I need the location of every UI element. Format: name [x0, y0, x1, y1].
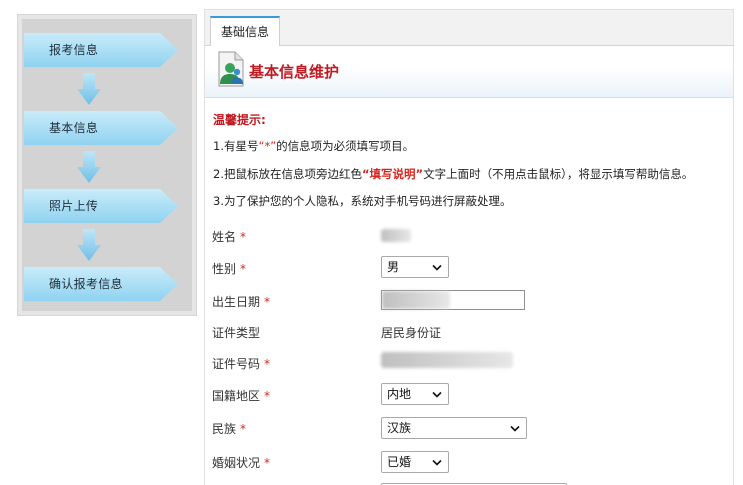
- label-text: 证件号码: [212, 357, 261, 371]
- id-type-label: 证件类型: [212, 324, 260, 341]
- label-text: 国籍地区: [212, 389, 261, 403]
- id-number-label: 证件号码 *: [212, 355, 270, 372]
- user-document-icon: [218, 51, 244, 87]
- gender-label: 性别 *: [212, 260, 246, 277]
- required-mark: *: [264, 295, 271, 309]
- tip-line-1: 1.有星号“*”的信息项为必须填写项目。: [213, 138, 414, 154]
- marital-status-select[interactable]: 已婚: [381, 451, 449, 473]
- step-apply-info[interactable]: 报考信息: [24, 33, 178, 67]
- select-value: 汉族: [387, 421, 412, 435]
- chevron-down-icon: [432, 264, 442, 271]
- label-text: 性别: [212, 262, 237, 276]
- step-label: 照片上传: [49, 199, 99, 213]
- step-label: 基本信息: [49, 121, 99, 135]
- step-label: 确认报考信息: [49, 277, 123, 291]
- section-header: 基本信息维护: [205, 46, 733, 98]
- region-label: 国籍地区 *: [212, 387, 270, 404]
- down-arrow-icon: [77, 151, 101, 183]
- main-panel: 基础信息 基本信息维护 温馨提示: 1.有星号“*”的信息项为必须填写项目。 2…: [204, 9, 734, 485]
- ethnic-label: 民族 *: [212, 420, 246, 437]
- gender-select[interactable]: 男: [381, 256, 449, 278]
- required-mark: *: [240, 262, 247, 276]
- tip-text: 文字上面时（不用点击鼠标），将显示填写帮助信息。: [423, 167, 694, 181]
- step-confirm-info[interactable]: 确认报考信息: [24, 267, 178, 301]
- tip-text: 的信息项为必须填写项目。: [276, 139, 415, 153]
- step-label: 报考信息: [49, 43, 99, 57]
- chevron-down-icon: [510, 425, 520, 432]
- step-panel-inner: 报考信息 基本信息 照片上传 确认报考信息: [22, 19, 192, 311]
- select-value: 男: [387, 260, 400, 274]
- step-photo-upload[interactable]: 照片上传: [24, 189, 178, 223]
- tab-basic-info[interactable]: 基础信息: [210, 16, 281, 47]
- select-value: 已婚: [387, 455, 412, 469]
- label-text: 出生日期: [212, 295, 261, 309]
- ethnic-select[interactable]: 汉族: [381, 417, 527, 439]
- select-value: 内地: [387, 387, 412, 401]
- tip-star: “*”: [258, 139, 277, 153]
- tip-line-2: 2.把鼠标放在信息项旁边红色“填写说明”文字上面时（不用点击鼠标），将显示填写帮…: [213, 166, 693, 182]
- name-label: 姓名 *: [212, 228, 246, 245]
- step-panel: 报考信息 基本信息 照片上传 确认报考信息: [17, 14, 197, 316]
- step-banner-shape: [24, 189, 178, 223]
- chevron-down-icon: [432, 391, 442, 398]
- masked-name: [381, 229, 411, 242]
- tip-hint-keyword: “填写说明”: [361, 167, 424, 181]
- chevron-down-icon: [432, 459, 442, 466]
- tips-title: 温馨提示:: [213, 113, 266, 127]
- step-banner-shape: [24, 33, 178, 67]
- masked-id-number: [381, 352, 513, 368]
- step-banner-shape: [24, 111, 178, 145]
- required-mark: *: [264, 389, 271, 403]
- label-text: 民族: [212, 422, 237, 436]
- tip-line-3: 3.为了保护您的个人隐私，系统对手机号码进行屏蔽处理。: [213, 194, 512, 208]
- down-arrow-icon: [77, 73, 101, 105]
- tab-bar: 基础信息: [205, 10, 733, 47]
- required-mark: *: [264, 357, 271, 371]
- required-mark: *: [240, 230, 247, 244]
- label-text: 证件类型: [212, 326, 261, 340]
- masked-birth-date: [382, 291, 450, 309]
- required-mark: *: [264, 456, 271, 470]
- label-text: 姓名: [212, 230, 237, 244]
- tip-text: 2.把鼠标放在信息项旁边红色: [213, 167, 362, 181]
- required-mark: *: [240, 422, 247, 436]
- down-arrow-icon: [77, 229, 101, 261]
- id-type-value: 居民身份证: [381, 326, 442, 340]
- tip-text: 1.有星号: [213, 139, 259, 153]
- region-select[interactable]: 内地: [381, 383, 449, 405]
- marital-status-label: 婚姻状况 *: [212, 454, 270, 471]
- birth-date-label: 出生日期 *: [212, 293, 270, 310]
- page-title: 基本信息维护: [249, 63, 340, 81]
- step-basic-info[interactable]: 基本信息: [24, 111, 178, 145]
- label-text: 婚姻状况: [212, 456, 261, 470]
